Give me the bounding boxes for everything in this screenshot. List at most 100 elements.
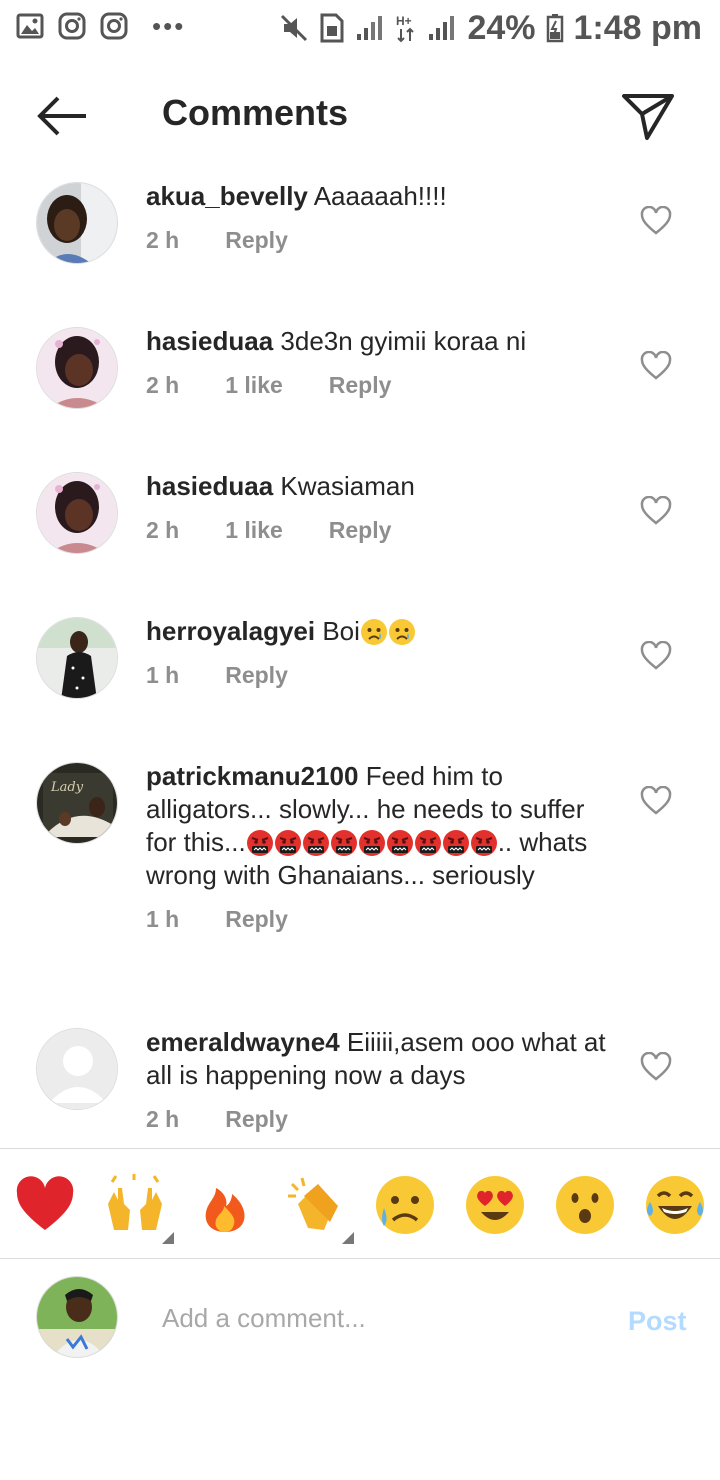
sim-icon <box>320 13 344 43</box>
avatar[interactable] <box>36 617 118 699</box>
cursing-face-icon <box>386 830 413 856</box>
surprised-face-icon <box>556 1176 614 1234</box>
heart-eyes-button[interactable] <box>464 1174 526 1236</box>
cursing-face-icon <box>246 830 273 856</box>
cursing-face-icon <box>274 830 301 856</box>
comment-time: 2 h <box>146 372 180 398</box>
comment-time: 1 h <box>146 906 180 932</box>
notification-icons: ••• <box>16 12 185 40</box>
red-heart-button[interactable] <box>14 1174 76 1236</box>
cursing-face-icon <box>358 830 385 856</box>
crying-face-icon <box>360 619 387 645</box>
fire-button[interactable] <box>194 1174 256 1236</box>
comment-likes[interactable]: 1 like <box>225 517 283 544</box>
svg-text:H+: H+ <box>396 14 412 28</box>
heart-eyes-icon <box>466 1176 524 1234</box>
status-bar: ••• H+ 24% 1:48 pm <box>0 0 720 56</box>
data-arrows-icon: H+ <box>396 14 415 43</box>
comment-username[interactable]: hasieduaa <box>146 471 273 501</box>
cursing-face-icon <box>470 830 497 856</box>
tears-of-joy-button[interactable] <box>644 1174 706 1236</box>
heart-outline-icon <box>640 640 672 670</box>
quick-reaction-bar <box>0 1150 720 1258</box>
raised-hands-icon <box>108 1174 162 1230</box>
battery-icon <box>546 14 563 43</box>
gallery-icon <box>16 13 44 39</box>
comment-text: Aaaaaah!!!! <box>313 181 447 211</box>
comment-username[interactable]: patrickmanu2100 <box>146 761 358 791</box>
comment-username[interactable]: akua_bevelly <box>146 181 308 211</box>
like-button[interactable] <box>640 640 672 671</box>
comment-time: 1 h <box>146 662 180 688</box>
cursing-face-icon <box>442 830 469 856</box>
comment-input[interactable] <box>162 1298 582 1338</box>
comment-text: 3de3n gyimii koraa ni <box>280 326 527 356</box>
mute-icon <box>281 14 308 42</box>
like-button[interactable] <box>640 205 672 236</box>
reply-button[interactable]: Reply <box>225 227 288 254</box>
like-button[interactable] <box>640 785 672 816</box>
cursing-face-icon <box>330 830 357 856</box>
crying-face-icon <box>376 1176 434 1234</box>
comment-username[interactable]: herroyalagyei <box>146 616 315 646</box>
tears-of-joy-icon <box>646 1176 704 1234</box>
reply-button[interactable]: Reply <box>329 517 392 544</box>
signal-icon <box>357 16 383 40</box>
post-button[interactable]: Post <box>628 1306 687 1337</box>
reply-button[interactable]: Reply <box>225 662 288 689</box>
reply-button[interactable]: Reply <box>329 372 392 399</box>
arrow-left-icon <box>37 96 86 136</box>
emoji-row <box>246 827 498 857</box>
comment-time: 2 h <box>146 517 180 543</box>
direct-send-button[interactable] <box>620 92 676 142</box>
heart-outline-icon <box>640 350 672 380</box>
surprised-face-button[interactable] <box>554 1174 616 1236</box>
comment-text: Boi <box>322 616 360 646</box>
svg-text:Lady: Lady <box>50 780 84 795</box>
direct-send-icon <box>622 94 674 140</box>
current-user-avatar[interactable] <box>36 1276 118 1358</box>
comments-list[interactable]: akua_bevelly Aaaaaah!!!! 2 h Reply hasie… <box>0 160 720 1148</box>
comment-text: Kwasiaman <box>280 471 415 501</box>
avatar[interactable]: Lady <box>36 762 118 844</box>
comment-composer: Post <box>0 1260 720 1380</box>
comments-header: Comments <box>0 70 720 160</box>
system-icons: H+ 24% 1:48 pm <box>279 8 702 48</box>
variant-indicator-icon <box>342 1232 354 1244</box>
like-button[interactable] <box>640 350 672 381</box>
heart-outline-icon <box>640 785 672 815</box>
raised-hands-button[interactable] <box>104 1174 166 1236</box>
back-button[interactable] <box>34 94 90 138</box>
avatar[interactable] <box>36 472 118 554</box>
like-button[interactable] <box>640 1051 672 1082</box>
instagram-icon <box>100 12 128 40</box>
battery-percent: 24% <box>467 9 536 47</box>
signal-icon <box>429 16 455 40</box>
cursing-face-icon <box>302 830 329 856</box>
divider <box>0 1258 720 1259</box>
crying-face-icon <box>388 619 415 645</box>
comment-likes[interactable]: 1 like <box>225 372 283 399</box>
avatar[interactable] <box>36 1028 118 1110</box>
red-heart-icon <box>16 1176 74 1230</box>
divider <box>0 1148 720 1149</box>
page-title: Comments <box>162 92 349 133</box>
instagram-icon <box>58 12 86 40</box>
variant-indicator-icon <box>162 1232 174 1244</box>
avatar[interactable] <box>36 327 118 409</box>
more-dots-icon: ••• <box>152 11 186 41</box>
reply-button[interactable]: Reply <box>225 906 288 933</box>
comment-username[interactable]: emeraldwayne4 <box>146 1027 340 1057</box>
heart-outline-icon <box>640 205 672 235</box>
clapping-hands-icon <box>288 1177 338 1230</box>
like-button[interactable] <box>640 495 672 526</box>
comment-time: 2 h <box>146 1106 180 1132</box>
clapping-hands-button[interactable] <box>284 1174 346 1236</box>
avatar[interactable] <box>36 182 118 264</box>
comment-username[interactable]: hasieduaa <box>146 326 273 356</box>
fire-icon <box>205 1188 245 1232</box>
reply-button[interactable]: Reply <box>225 1106 288 1133</box>
clock: 1:48 pm <box>573 9 703 47</box>
heart-outline-icon <box>640 1051 672 1081</box>
crying-face-button[interactable] <box>374 1174 436 1236</box>
